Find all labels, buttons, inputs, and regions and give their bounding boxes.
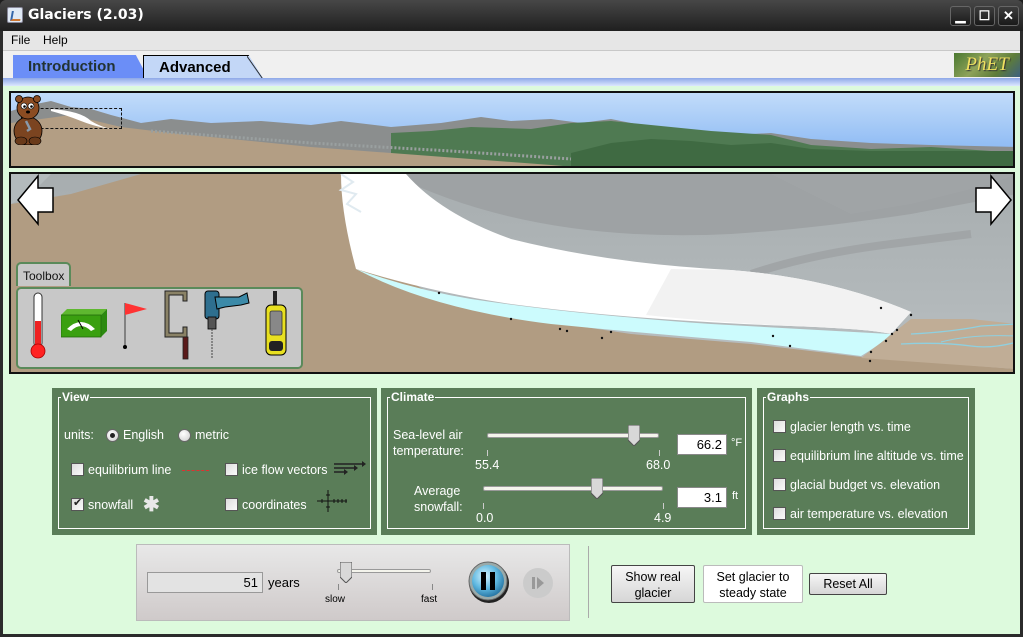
speed-max-tick [432,584,433,590]
thermometer-icon[interactable] [28,289,48,361]
coordinates-icon [317,490,347,512]
units-english-label[interactable]: English [123,428,164,442]
elapsed-years-unit: years [268,575,300,590]
glacial-budget-graph-label[interactable]: glacial budget vs. elevation [790,478,940,492]
units-label: units: [64,428,94,442]
tab-advanced[interactable]: Advanced [143,55,263,78]
snowfall-slider-thumb[interactable] [590,478,603,499]
close-button[interactable]: ✕ [998,6,1019,26]
speed-min-tick [338,584,339,590]
snowfall-unit: ft [732,490,739,502]
gps-receiver-icon[interactable] [263,289,289,361]
step-button[interactable] [522,567,554,599]
glacial-budget-graph-checkbox[interactable] [773,478,786,491]
window-title: Glaciers (2.03) [28,7,144,23]
speed-slow-label: slow [325,594,346,605]
equilibrium-line-label[interactable]: equilibrium line [88,463,171,477]
climate-panel-title: Climate [390,390,436,404]
temperature-max-tick [659,450,660,456]
snowfall-label[interactable]: snowfall [88,498,133,512]
overview-panorama[interactable] [9,91,1015,168]
maximize-button[interactable]: ☐ [974,6,995,26]
reset-all-button[interactable]: Reset All [809,573,887,595]
snowfall-max-label: 4.9 [654,511,672,525]
glacial-budget-meter-icon[interactable] [61,289,109,361]
phet-logo[interactable]: PhET [954,53,1020,77]
minimize-button[interactable]: ▁ [950,6,971,26]
snowfall-label-line1: Average [414,484,461,498]
temperature-min-tick [487,450,488,456]
graphs-panel-title: Graphs [766,390,811,404]
speed-fast-label: fast [421,594,438,605]
menu-bar: File Help [3,31,1020,51]
tab-underline [3,78,1020,86]
climate-panel: Climate Sea-level air temperature: 55.4 … [381,388,752,535]
ela-graph-checkbox[interactable] [773,449,786,462]
clock-control-panel: 51 years slow fast [136,544,570,621]
flag-marker-icon[interactable] [121,289,151,361]
graphs-panel: Graphs glacier length vs. time equilibri… [757,388,975,535]
ice-flow-vectors-label[interactable]: ice flow vectors [242,463,327,477]
bear-icon[interactable] [11,93,46,145]
pause-icon [481,572,486,590]
view-panel: View units: English metric equilibrium l… [52,388,377,535]
title-bar: Glaciers (2.03) ▁ ☐ ✕ [0,0,1023,31]
air-temperature-graph-label[interactable]: air temperature vs. elevation [790,507,948,521]
ice-core-drill-icon[interactable] [203,289,251,361]
snowflake-icon: ✱ [143,494,160,516]
glacier-length-graph-label[interactable]: glacier length vs. time [790,420,911,434]
temperature-slider-thumb[interactable] [628,425,641,446]
coordinates-checkbox[interactable] [225,498,238,511]
units-metric-label[interactable]: metric [195,428,229,442]
snowfall-value-field[interactable]: 3.1 [677,487,727,508]
java-app-icon [7,7,23,23]
snowfall-min-label: 0.0 [476,511,494,525]
equilibrium-line-checkbox[interactable] [71,463,84,476]
pause-button[interactable] [468,561,512,605]
glacier-length-graph-checkbox[interactable] [773,420,786,433]
snowfall-slider-track[interactable] [483,486,663,491]
step-icon [532,577,535,589]
steady-state-button[interactable]: Set glacier to steady state [703,565,803,603]
client-area: File Help Introduction Advanced PhET Too… [3,31,1020,634]
panorama-landscape [11,101,1013,166]
air-temperature-graph-checkbox[interactable] [773,507,786,520]
borehole-frame-icon[interactable] [163,289,191,361]
snowfall-checkbox[interactable] [71,496,84,511]
view-panel-title: View [61,390,91,404]
app-window: Glaciers (2.03) ▁ ☐ ✕ File Help Introduc… [0,0,1023,637]
temperature-unit: °F [731,437,743,449]
temperature-label-line1: Sea-level air [393,428,463,442]
scroll-left-arrow-icon[interactable] [16,174,56,226]
menu-file[interactable]: File [8,33,33,47]
ice-flow-vectors-icon [334,461,366,475]
snowfall-min-tick [483,503,484,509]
elapsed-years-field[interactable]: 51 [147,572,263,593]
module-tabs: Introduction Advanced PhET [3,51,1020,78]
toolbox-tab: Toolbox [16,262,71,286]
temperature-max-label: 68.0 [646,458,671,472]
tab-introduction[interactable]: Introduction [13,55,148,78]
temperature-label-line2: temperature: [393,444,464,458]
ela-graph-label[interactable]: equilibrium line altitude vs. time [790,449,964,463]
equilibrium-line-legend-icon [182,470,209,471]
control-separator [588,546,589,618]
units-metric-radio[interactable] [178,429,191,442]
units-english-radio[interactable] [106,429,119,442]
show-real-glacier-button[interactable]: Show real glacier [611,565,695,603]
menu-help[interactable]: Help [40,33,71,47]
scroll-right-arrow-icon[interactable] [973,174,1013,226]
glacier-scene[interactable]: Toolbox [9,172,1015,374]
snowfall-label-line2: snowfall: [414,500,463,514]
speed-slider-thumb[interactable] [340,562,353,583]
ice-flow-vectors-checkbox[interactable] [225,463,238,476]
coordinates-label[interactable]: coordinates [242,498,307,512]
snowfall-max-tick [663,503,664,509]
temperature-min-label: 55.4 [475,458,500,472]
toolbox [16,287,303,369]
temperature-value-field[interactable]: 66.2 [677,434,727,455]
